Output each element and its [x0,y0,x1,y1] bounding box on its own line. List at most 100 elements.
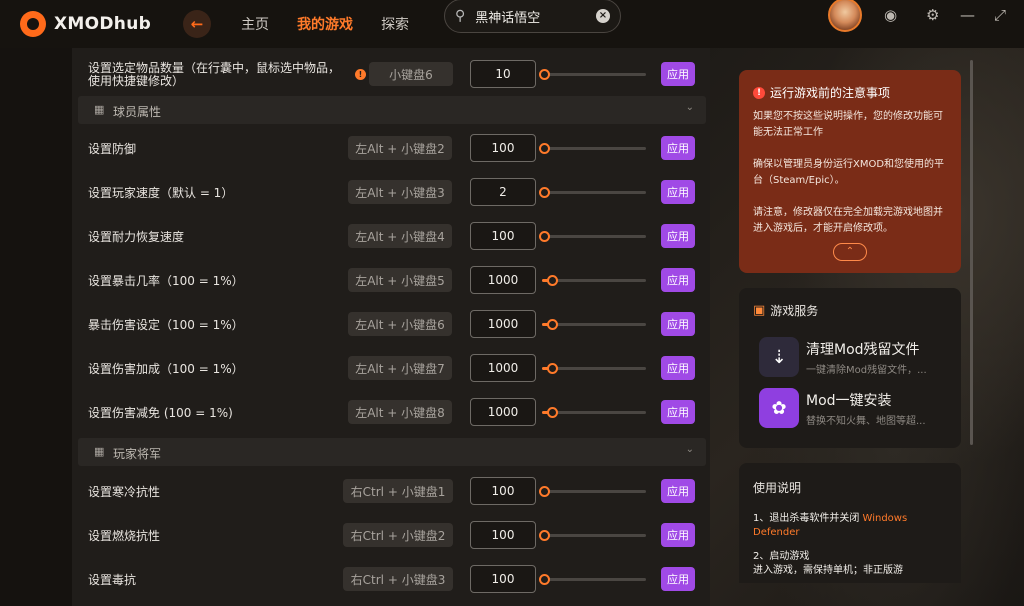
value-slider[interactable] [539,143,646,154]
value-slider[interactable] [542,407,646,418]
nav-explore[interactable]: 探索 [381,14,409,34]
slider-handle[interactable] [539,187,550,198]
notification-icon[interactable]: ◉ [884,6,897,24]
services-title: 游戏服务 [770,304,819,318]
value-input[interactable]: 100 [470,565,536,593]
hotkey-chip[interactable]: 小键盘6 [369,62,453,86]
value-input[interactable]: 1000 [470,310,536,338]
hotkey-chip[interactable]: 左Alt + 小键盘7 [348,356,452,380]
notice-title: 运行游戏前的注意事项 [770,86,891,100]
value-slider[interactable] [539,530,646,541]
slider-handle[interactable] [539,530,550,541]
hotkey-chip[interactable]: 右Ctrl + 小键盘1 [343,479,453,503]
apply-button[interactable]: 应用 [661,479,695,503]
value-slider[interactable] [539,574,646,585]
nav-home[interactable]: 主页 [241,14,269,34]
apply-button[interactable]: 应用 [661,312,695,336]
nav-my-games[interactable]: 我的游戏 [297,14,353,34]
apply-button[interactable]: 应用 [661,567,695,591]
search-input[interactable]: 黑神话悟空 [475,7,596,26]
service-title: Mod一键安装 [806,393,892,409]
hotkey-chip[interactable]: 左Alt + 小键盘5 [348,268,452,292]
chevron-down-icon[interactable]: ⌄ [686,102,694,113]
notice-text: 确保以管理员身份运行XMOD和您使用的平台（Steam/Epic）。 [753,159,945,186]
arrow-left-icon: ← [190,15,204,33]
usage-step-text: 进入游戏，需保持单机；非正版游 [753,565,903,576]
apply-button[interactable]: 应用 [661,180,695,204]
value-input[interactable]: 100 [470,521,536,549]
maximize-icon[interactable]: ⤢ [994,6,1006,24]
value-input[interactable]: 1000 [470,354,536,382]
minimize-icon[interactable]: — [960,6,975,24]
option-label: 设置玩家速度（默认 = 1） [88,186,234,200]
app-logo[interactable]: XMODhub [20,11,151,37]
apply-button[interactable]: 应用 [661,62,695,86]
main-nav: 主页 我的游戏 探索 [241,14,409,34]
value-slider[interactable] [542,275,646,286]
hotkey-chip[interactable]: 右Ctrl + 小键盘2 [343,523,453,547]
value-slider[interactable] [539,187,646,198]
apply-button[interactable]: 应用 [661,268,695,292]
clear-search-icon[interactable]: × [596,9,610,23]
search-box[interactable]: ⚲ 黑神话悟空 × [444,0,621,33]
hotkey-chip[interactable]: 左Alt + 小键盘3 [348,180,452,204]
notice-text: 如果您不按这些说明操作，您的修改功能可能无法正常工作 [753,111,943,138]
usage-title: 使用说明 [753,481,802,495]
option-row: 设置燃烧抗性 右Ctrl + 小键盘2 100 应用 [72,513,710,557]
settings-icon[interactable]: ⚙ [926,6,939,24]
cube-icon: ▣ [753,303,766,318]
option-row: 设置毒抗 右Ctrl + 小键盘3 100 应用 [72,557,710,601]
hotkey-chip[interactable]: 左Alt + 小键盘6 [348,312,452,336]
section-player-general[interactable]: ▦ 玩家将军 ⌄ [78,438,706,466]
value-input[interactable]: 10 [470,60,536,88]
apply-button[interactable]: 应用 [661,136,695,160]
slider-handle[interactable] [539,486,550,497]
chevron-down-icon[interactable]: ⌄ [686,444,694,455]
usage-step-title: 2、启动游戏 [753,551,810,562]
service-item-clean-mod[interactable]: ⇣ 清理Mod残留文件 一键清除Mod残留文件，... [759,337,954,379]
value-input[interactable]: 2 [470,178,536,206]
value-input[interactable]: 100 [470,477,536,505]
apply-button[interactable]: 应用 [661,224,695,248]
slider-handle[interactable] [547,319,558,330]
section-player-attributes[interactable]: ▦ 球员属性 ⌄ [78,96,706,124]
value-slider[interactable] [542,319,646,330]
value-slider[interactable] [539,69,646,80]
hotkey-chip[interactable]: 左Alt + 小键盘2 [348,136,452,160]
notice-header: ! 运行游戏前的注意事项 [753,84,947,101]
value-input[interactable]: 100 [470,222,536,250]
value-slider[interactable] [539,231,646,242]
slider-handle[interactable] [539,574,550,585]
hotkey-chip[interactable]: 左Alt + 小键盘4 [348,224,452,248]
hotkey-chip[interactable]: 左Alt + 小键盘8 [348,400,452,424]
slider-handle[interactable] [547,275,558,286]
alert-icon: ! [753,86,765,99]
value-input[interactable]: 1000 [470,266,536,294]
app-name: XMODhub [54,14,152,34]
slider-handle[interactable] [539,143,550,154]
back-button[interactable]: ← [183,10,212,38]
value-slider[interactable] [542,363,646,374]
game-services-panel: ▣ 游戏服务 ⇣ 清理Mod残留文件 一键清除Mod残留文件，... ✿ Mod… [739,288,961,448]
apply-button[interactable]: 应用 [661,356,695,380]
apply-button[interactable]: 应用 [661,400,695,424]
option-label: 设置燃烧抗性 [88,529,161,543]
option-label: 设置伤害加成（100 = 1%） [88,362,244,376]
option-row: 暴击伤害设定（100 = 1%） 左Alt + 小键盘6 1000 应用 [72,302,710,346]
slider-handle[interactable] [547,363,558,374]
apply-button[interactable]: 应用 [661,523,695,547]
slider-handle[interactable] [547,407,558,418]
usage-panel: 使用说明 1、退出杀毒软件并关闭 Windows Defender 2、启动游戏… [739,463,961,583]
value-slider[interactable] [539,486,646,497]
slider-handle[interactable] [539,231,550,242]
collapse-button[interactable]: ⌃ [833,243,867,261]
hotkey-chip[interactable]: 右Ctrl + 小键盘3 [343,567,453,591]
value-input[interactable]: 1000 [470,398,536,426]
notice-panel: ! 运行游戏前的注意事项 如果您不按这些说明操作，您的修改功能可能无法正常工作 … [739,70,961,273]
service-item-mod-install[interactable]: ✿ Mod一键安装 替换不知火舞、地图等超... [759,388,954,430]
services-header: ▣ 游戏服务 [753,302,818,319]
right-scrollbar[interactable] [970,60,973,445]
value-input[interactable]: 100 [470,134,536,162]
slider-handle[interactable] [539,69,550,80]
option-label: 设置选定物品数量（在行囊中，鼠标选中物品，使用快捷键修改） [88,61,341,88]
